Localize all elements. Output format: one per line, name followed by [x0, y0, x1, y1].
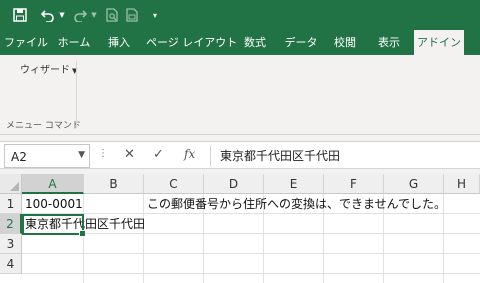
tab-home[interactable]: ホーム [56, 30, 92, 55]
undo-dropdown-icon[interactable]: ▼ [58, 6, 66, 24]
customize-qat-icon[interactable]: ▾ [150, 6, 160, 24]
column-header-h[interactable]: H [444, 174, 480, 194]
formula-bar-resize-handle[interactable]: ⋮ [98, 148, 108, 159]
column-header-e[interactable]: E [264, 174, 324, 194]
tab-formulas[interactable]: 数式 [240, 30, 270, 55]
column-header-f[interactable]: F [324, 174, 384, 194]
formula-input[interactable]: 東京都千代田区千代田 [220, 147, 340, 164]
row-header-2[interactable]: 2 [0, 214, 22, 234]
group-label-menu-commands: メニュー コマンド [6, 121, 81, 131]
cancel-icon[interactable]: ✕ [124, 147, 135, 162]
column-header-d[interactable]: D [204, 174, 264, 194]
quick-print-icon[interactable] [124, 6, 140, 24]
name-box[interactable]: A2 ▼ [4, 144, 90, 168]
group-divider [76, 61, 77, 128]
gridline [22, 253, 480, 254]
formula-divider [210, 146, 211, 166]
ribbon-panel: ウィザード ▼ メニュー コマンド [0, 55, 480, 135]
formula-bar: A2 ▼ ⋮ ✕ ✓ fx 東京都千代田区千代田 [0, 141, 480, 169]
name-box-value: A2 [11, 150, 27, 164]
quick-access-toolbar: ▼ ▼ ▾ [0, 0, 480, 30]
insert-function-icon[interactable]: fx [184, 147, 195, 161]
wizard-label: ウィザード [20, 65, 70, 76]
tab-review[interactable]: 校閲 [330, 30, 360, 55]
column-header-a[interactable]: A [22, 174, 84, 194]
column-header-g[interactable]: G [384, 174, 444, 194]
undo-icon[interactable] [40, 6, 56, 24]
enter-icon[interactable]: ✓ [153, 147, 164, 162]
tab-page-layout[interactable]: ページ レイアウト [146, 30, 237, 55]
row-header-4[interactable]: 4 [0, 254, 22, 274]
save-icon[interactable] [12, 6, 28, 24]
wizard-menu-button[interactable]: ウィザード ▼ [20, 61, 77, 76]
print-preview-icon[interactable] [104, 6, 120, 24]
select-all-button[interactable] [0, 174, 22, 194]
active-cell-selection[interactable] [22, 214, 86, 237]
ribbon-tabs: ファイル ホーム 挿入 ページ レイアウト 数式 データ 校閲 表示 アドイン [0, 30, 480, 55]
cell-a1[interactable]: 100-0001 [22, 194, 84, 214]
tab-add-ins[interactable]: アドイン [414, 30, 464, 55]
cell-c1[interactable]: この郵便番号から住所への変換は、できませんでした。 [144, 194, 480, 214]
gridline [22, 273, 480, 274]
column-header-c[interactable]: C [144, 174, 204, 194]
tab-file[interactable]: ファイル [4, 30, 48, 55]
redo-dropdown-icon[interactable]: ▼ [90, 6, 98, 24]
row-header-3[interactable]: 3 [0, 234, 22, 254]
tab-view[interactable]: 表示 [374, 30, 404, 55]
redo-icon[interactable] [72, 6, 88, 24]
tab-data[interactable]: データ [284, 30, 318, 55]
worksheet-grid: A B C D E F G H 1 2 3 4 100-0001 この郵便番号か… [0, 174, 480, 283]
tab-insert[interactable]: 挿入 [104, 30, 134, 55]
name-box-dropdown-icon[interactable]: ▼ [78, 150, 85, 160]
row-header-1[interactable]: 1 [0, 194, 22, 214]
column-header-b[interactable]: B [84, 174, 144, 194]
